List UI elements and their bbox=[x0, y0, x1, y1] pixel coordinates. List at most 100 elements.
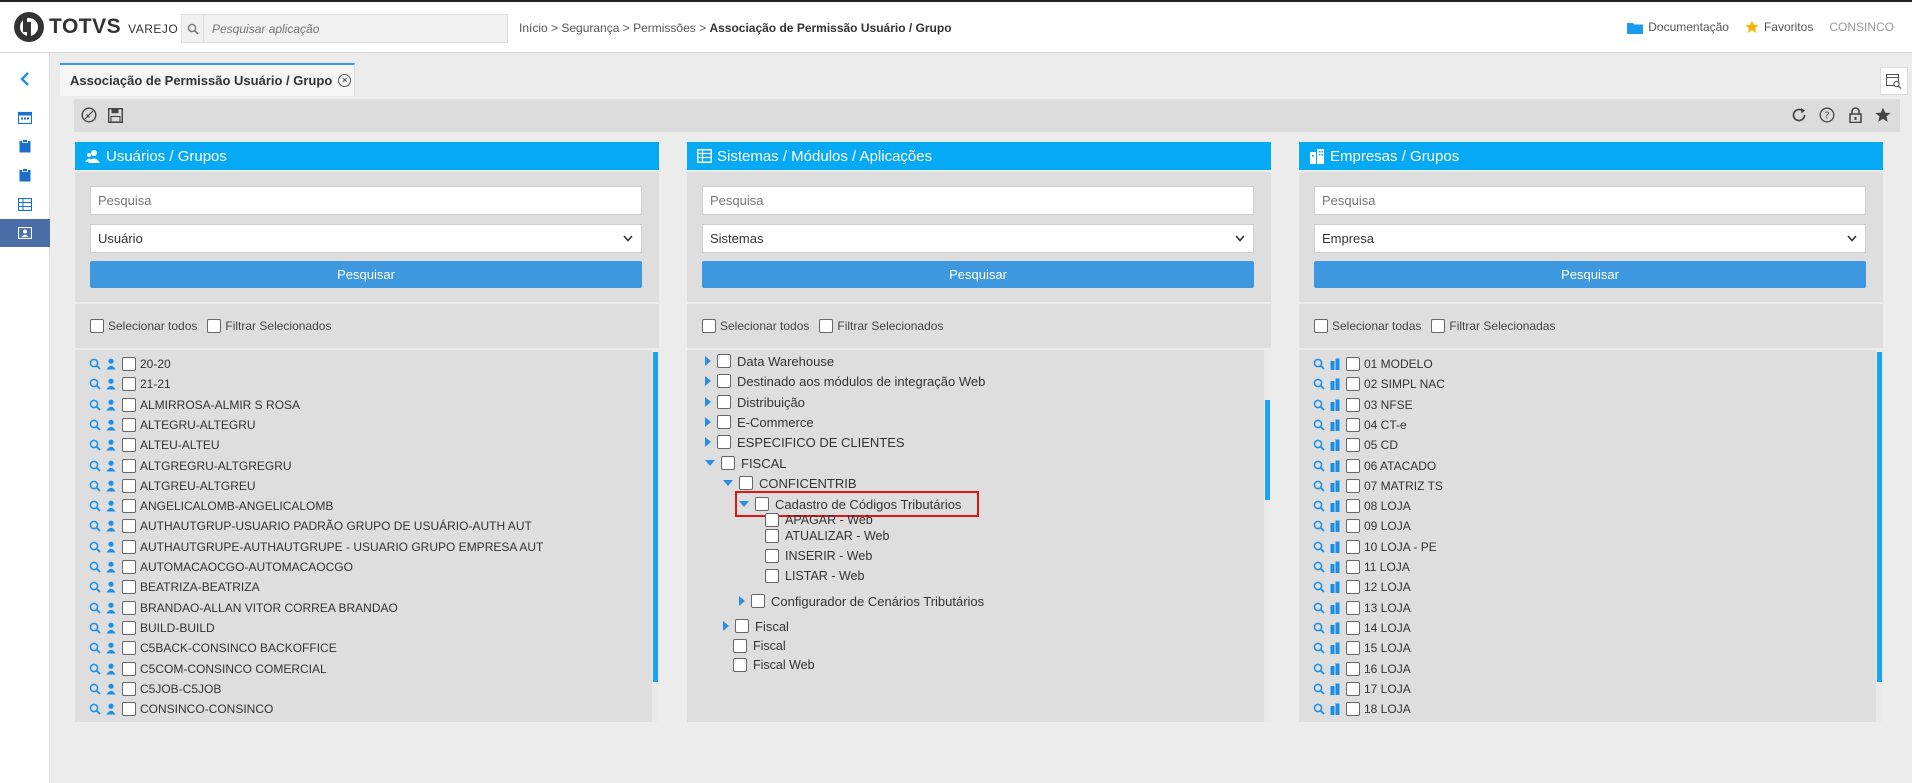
search-icon[interactable] bbox=[89, 358, 102, 370]
checkbox[interactable] bbox=[122, 539, 136, 554]
checkbox[interactable] bbox=[122, 377, 136, 392]
checkbox[interactable] bbox=[819, 319, 834, 333]
list-item[interactable]: 01 MODELO bbox=[1313, 354, 1433, 374]
checkbox[interactable] bbox=[207, 319, 222, 333]
checkbox[interactable] bbox=[122, 499, 136, 514]
checkbox[interactable] bbox=[122, 519, 136, 534]
search-icon[interactable] bbox=[89, 378, 102, 390]
companies-search-button[interactable]: Pesquisar bbox=[1314, 261, 1866, 288]
users-search-input[interactable] bbox=[90, 186, 642, 215]
users-select-all[interactable]: Selecionar todos bbox=[90, 319, 197, 333]
list-item[interactable]: 05 CD bbox=[1313, 435, 1398, 455]
companies-list-scrollbar[interactable] bbox=[1876, 350, 1883, 722]
list-item[interactable]: 20-20 bbox=[89, 354, 171, 374]
search-icon[interactable] bbox=[1313, 602, 1326, 614]
search-icon[interactable] bbox=[1313, 419, 1326, 431]
list-item[interactable]: 10 LOJA - PE bbox=[1313, 537, 1437, 557]
list-item[interactable]: ALTEGRU-ALTEGRU bbox=[89, 415, 256, 435]
list-item[interactable]: 15 LOJA bbox=[1313, 638, 1411, 658]
checkbox[interactable] bbox=[122, 702, 136, 717]
checkbox[interactable] bbox=[122, 641, 136, 656]
user-icon[interactable] bbox=[106, 378, 118, 390]
checkbox[interactable] bbox=[1346, 539, 1360, 554]
search-icon[interactable] bbox=[1313, 460, 1326, 472]
checkbox[interactable] bbox=[739, 476, 753, 490]
user-icon[interactable] bbox=[106, 460, 118, 472]
list-item[interactable]: ALTGREU-ALTGREU bbox=[89, 476, 256, 496]
checkbox[interactable] bbox=[751, 594, 765, 608]
companies-type-select[interactable]: Empresa bbox=[1314, 224, 1866, 253]
building-icon[interactable] bbox=[1330, 663, 1342, 675]
tree-node-ecommerce[interactable]: E-Commerce bbox=[705, 411, 814, 433]
checkbox[interactable] bbox=[1346, 560, 1360, 574]
systems-filter-selected[interactable]: Filtrar Selecionados bbox=[819, 319, 943, 333]
checkbox[interactable] bbox=[122, 661, 136, 676]
search-icon[interactable] bbox=[1313, 358, 1326, 370]
expand-icon[interactable] bbox=[723, 621, 729, 631]
checkbox[interactable] bbox=[765, 529, 779, 543]
search-icon[interactable] bbox=[89, 642, 102, 654]
building-icon[interactable] bbox=[1330, 399, 1342, 411]
checkbox[interactable] bbox=[122, 458, 136, 473]
list-item[interactable]: CONSINCO-CONSINCO bbox=[89, 699, 273, 719]
checkbox[interactable] bbox=[765, 569, 779, 583]
checkbox[interactable] bbox=[1346, 519, 1360, 534]
breadcrumb-path[interactable]: Início > Segurança > Permissões > bbox=[519, 21, 709, 35]
search-icon[interactable] bbox=[89, 602, 102, 614]
collapse-sidebar-button[interactable] bbox=[0, 65, 50, 93]
search-icon[interactable] bbox=[1313, 500, 1326, 512]
search-icon[interactable] bbox=[182, 15, 204, 42]
sidebar-item-calendar[interactable] bbox=[0, 103, 50, 131]
user-icon[interactable] bbox=[106, 602, 118, 614]
documentation-link[interactable]: Documentação bbox=[1627, 20, 1729, 34]
list-item[interactable]: BRANDAO-ALLAN VITOR CORREA BRANDAO bbox=[89, 598, 398, 618]
lock-button[interactable] bbox=[1846, 106, 1864, 124]
building-icon[interactable] bbox=[1330, 460, 1342, 472]
tree-node-fiscal-module[interactable]: Fiscal bbox=[723, 615, 789, 637]
checkbox[interactable] bbox=[1346, 417, 1360, 432]
tree-leaf-inserir[interactable]: INSERIR - Web bbox=[765, 545, 872, 567]
search-icon[interactable] bbox=[1313, 622, 1326, 634]
list-item[interactable]: ALMIRROSA-ALMIR S ROSA bbox=[89, 395, 300, 415]
building-icon[interactable] bbox=[1330, 419, 1342, 431]
scrollbar-thumb[interactable] bbox=[653, 352, 658, 682]
checkbox[interactable] bbox=[702, 319, 716, 333]
search-icon[interactable] bbox=[1313, 399, 1326, 411]
search-icon[interactable] bbox=[89, 480, 102, 492]
sidebar-item-permissions[interactable] bbox=[0, 219, 50, 247]
building-icon[interactable] bbox=[1330, 541, 1342, 553]
user-icon[interactable] bbox=[106, 358, 118, 370]
search-icon[interactable] bbox=[1313, 683, 1326, 695]
clear-button[interactable] bbox=[80, 106, 98, 124]
checkbox[interactable] bbox=[1346, 478, 1360, 493]
user-icon[interactable] bbox=[106, 500, 118, 512]
tree-node-configurador[interactable]: Configurador de Cenários Tributários bbox=[739, 590, 984, 612]
tree-node-fiscal[interactable]: FISCAL bbox=[705, 452, 787, 474]
list-item[interactable]: 09 LOJA bbox=[1313, 516, 1411, 536]
checkbox[interactable] bbox=[122, 417, 136, 432]
search-icon[interactable] bbox=[89, 399, 102, 411]
checkbox[interactable] bbox=[717, 374, 731, 388]
building-icon[interactable] bbox=[1330, 378, 1342, 391]
checkbox[interactable] bbox=[765, 549, 779, 563]
scrollbar-thumb[interactable] bbox=[1265, 400, 1270, 500]
search-icon[interactable] bbox=[1313, 378, 1326, 390]
user-icon[interactable] bbox=[106, 622, 118, 634]
checkbox[interactable] bbox=[1346, 600, 1360, 615]
checkbox[interactable] bbox=[1346, 661, 1360, 676]
list-item[interactable]: C5BACK-CONSINCO BACKOFFICE bbox=[89, 638, 337, 658]
users-filter-selected[interactable]: Filtrar Selecionados bbox=[207, 319, 331, 333]
list-item[interactable]: C5COM-CONSINCO COMERCIAL bbox=[89, 659, 327, 679]
favorites-link[interactable]: Favoritos bbox=[1745, 20, 1813, 34]
user-icon[interactable] bbox=[106, 399, 118, 411]
search-icon[interactable] bbox=[1313, 439, 1326, 451]
tree-leaf-fiscal-web[interactable]: Fiscal Web bbox=[733, 654, 815, 676]
expand-icon[interactable] bbox=[705, 397, 711, 407]
checkbox[interactable] bbox=[122, 357, 136, 371]
collapse-icon[interactable] bbox=[705, 460, 715, 466]
list-item[interactable]: 13 LOJA bbox=[1313, 598, 1411, 618]
checkbox[interactable] bbox=[1346, 357, 1360, 371]
user-icon[interactable] bbox=[106, 419, 118, 431]
building-icon[interactable] bbox=[1330, 439, 1342, 452]
checkbox[interactable] bbox=[1346, 641, 1360, 656]
